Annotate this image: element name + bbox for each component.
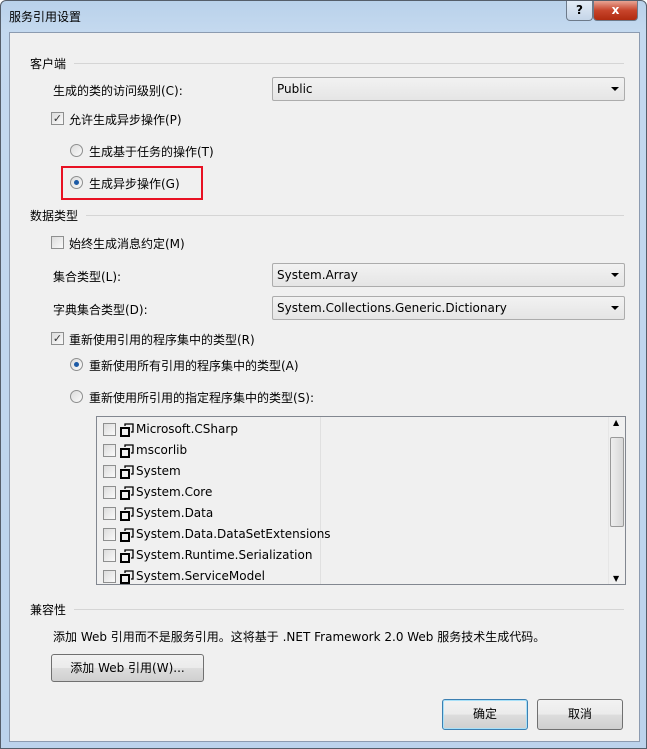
- access-level-label: 生成的类的访问级别(C):: [53, 84, 183, 98]
- assembly-name: System.ServiceModel: [136, 569, 265, 583]
- async-ops-radio[interactable]: [70, 176, 83, 189]
- assembly-item[interactable]: System.Runtime.Serialization: [103, 546, 323, 567]
- add-web-reference-button[interactable]: 添加 Web 引用(W)...: [51, 654, 204, 682]
- compat-section-header: 兼容性: [30, 601, 624, 617]
- assembly-name: Microsoft.CSharp: [136, 422, 238, 436]
- assembly-item[interactable]: mscorlib: [103, 441, 323, 462]
- assembly-name: System.Data: [136, 506, 214, 520]
- scrollbar[interactable]: ▲ ▼: [608, 417, 625, 584]
- assembly-item[interactable]: System.Data.DataSetExtensions: [103, 525, 331, 546]
- assembly-item[interactable]: System.ServiceModel: [103, 567, 323, 588]
- compat-description: 添加 Web 引用而不是服务引用。这将基于 .NET Framework 2.0…: [53, 630, 546, 644]
- assembly-checkbox[interactable]: [103, 528, 116, 541]
- collection-type-label: 集合类型(L):: [53, 270, 122, 284]
- task-based-label: 生成基于任务的操作(T): [89, 145, 214, 159]
- reuse-specified-radio[interactable]: [70, 390, 83, 403]
- assembly-checkbox[interactable]: [103, 444, 116, 457]
- cancel-button[interactable]: 取消: [537, 699, 623, 730]
- dialog-window: 服务引用设置 ? x 客户端 生成的类的访问级别(C): Public ✓ 允许…: [0, 0, 647, 749]
- assembly-item[interactable]: Microsoft.CSharp: [103, 420, 323, 441]
- assembly-name: System.Runtime.Serialization: [136, 548, 313, 562]
- assembly-icon: [120, 570, 134, 584]
- assembly-checkbox[interactable]: [103, 549, 116, 562]
- assembly-checkbox[interactable]: [103, 570, 116, 583]
- assembly-checkbox[interactable]: [103, 465, 116, 478]
- dialog-client: 客户端 生成的类的访问级别(C): Public ✓ 允许生成异步操作(P) 生…: [9, 32, 640, 742]
- chevron-down-icon: [611, 87, 619, 91]
- assembly-icon: [120, 507, 134, 521]
- allow-async-checkbox[interactable]: ✓: [51, 112, 64, 125]
- reuse-all-radio[interactable]: [70, 358, 83, 371]
- reuse-types-label: 重新使用引用的程序集中的类型(R): [69, 333, 255, 347]
- access-level-select[interactable]: Public: [272, 77, 625, 101]
- assembly-name: System.Core: [136, 485, 213, 499]
- data-types-section-header: 数据类型: [30, 207, 624, 223]
- assembly-checkbox[interactable]: [103, 507, 116, 520]
- assembly-icon: [120, 423, 134, 437]
- async-ops-label: 生成异步操作(G): [89, 177, 180, 191]
- client-section-header: 客户端: [30, 55, 624, 71]
- task-based-radio[interactable]: [70, 144, 83, 157]
- assembly-icon: [120, 528, 134, 542]
- allow-async-label: 允许生成异步操作(P): [69, 113, 182, 127]
- assembly-checkbox[interactable]: [103, 423, 116, 436]
- assembly-checkbox[interactable]: [103, 486, 116, 499]
- window-title: 服务引用设置: [9, 10, 82, 24]
- assembly-icon: [120, 465, 134, 479]
- close-button[interactable]: x: [593, 1, 638, 21]
- assembly-name: System: [136, 464, 181, 478]
- reuse-all-label: 重新使用所有引用的程序集中的类型(A): [89, 359, 299, 373]
- chevron-down-icon: [611, 273, 619, 277]
- assembly-icon: [120, 486, 134, 500]
- dictionary-type-select[interactable]: System.Collections.Generic.Dictionary: [272, 296, 625, 320]
- assembly-item[interactable]: System: [103, 462, 323, 483]
- message-contract-label: 始终生成消息约定(M): [69, 237, 185, 251]
- ok-button[interactable]: 确定: [442, 699, 528, 730]
- help-button[interactable]: ?: [566, 1, 593, 21]
- assembly-icon: [120, 549, 134, 563]
- dictionary-type-label: 字典集合类型(D):: [53, 303, 148, 317]
- reuse-specified-label: 重新使用所引用的指定程序集中的类型(S):: [89, 391, 315, 405]
- scroll-down-icon[interactable]: ▼: [613, 574, 619, 583]
- assembly-item[interactable]: System.Core: [103, 483, 323, 504]
- message-contract-checkbox[interactable]: [51, 236, 64, 249]
- collection-type-select[interactable]: System.Array: [272, 263, 625, 287]
- chevron-down-icon: [611, 306, 619, 310]
- assembly-name: System.Data.DataSetExtensions: [136, 527, 331, 541]
- scroll-up-icon[interactable]: ▲: [613, 418, 619, 427]
- assembly-item[interactable]: System.Data: [103, 504, 323, 525]
- scrollbar-thumb[interactable]: [610, 437, 624, 527]
- assembly-icon: [120, 444, 134, 458]
- assembly-name: mscorlib: [136, 443, 188, 457]
- assembly-list[interactable]: ▲ ▼ Microsoft.CSharp mscorlib System System…: [96, 416, 626, 585]
- reuse-types-checkbox[interactable]: ✓: [51, 332, 64, 345]
